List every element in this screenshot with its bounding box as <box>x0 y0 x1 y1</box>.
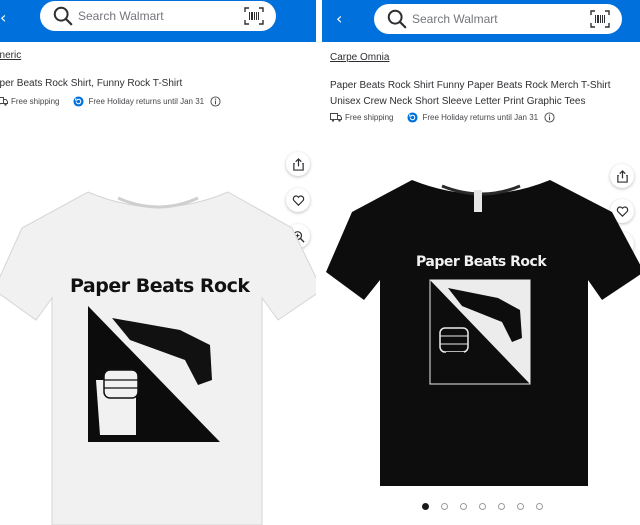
share-icon <box>292 157 304 171</box>
search-input[interactable]: Search Walmart <box>40 1 276 31</box>
shipping-returns-row: Free shipping Free Holiday returns until… <box>0 96 221 107</box>
search-icon <box>387 9 407 29</box>
carousel-dot[interactable] <box>479 503 486 510</box>
product-title: Paper Beats Rock Shirt Funny Paper Beats… <box>330 80 611 107</box>
shirt-print-text: Paper Beats Rock <box>416 254 547 270</box>
paper-beats-rock-graphic <box>429 279 531 385</box>
image-carousel-dots[interactable] <box>422 503 555 510</box>
seller-link[interactable]: Carpe Omnia <box>330 52 389 63</box>
product-title: aper Beats Rock Shirt, Funny Rock T-Shir… <box>0 78 183 89</box>
search-placeholder: Search Walmart <box>412 12 498 26</box>
free-shipping-label: Free shipping <box>345 113 394 122</box>
back-chevron-icon[interactable]: ‹ <box>0 8 6 28</box>
back-chevron-icon[interactable]: ‹ <box>336 9 342 29</box>
screenshot-collage: ‹ Search Walmart eneric aper Beats Rock … <box>0 0 640 525</box>
returns-icon <box>73 96 85 107</box>
shirt-print-text: Paper Beats Rock <box>70 275 250 297</box>
seller-link[interactable]: eneric <box>0 50 21 61</box>
carousel-dot[interactable] <box>441 503 448 510</box>
truck-icon <box>0 97 8 106</box>
product-image-white-tshirt[interactable] <box>0 170 316 525</box>
info-icon[interactable] <box>544 112 555 123</box>
barcode-scanner-icon[interactable] <box>590 10 610 28</box>
free-returns-label: Free Holiday returns until Jan 31 <box>422 113 539 122</box>
search-icon <box>53 6 73 26</box>
top-search-bar: ‹ Search Walmart <box>0 0 316 42</box>
search-input[interactable]: Search Walmart <box>374 4 622 34</box>
barcode-scanner-icon[interactable] <box>244 7 264 25</box>
carousel-dot[interactable] <box>536 503 543 510</box>
top-search-bar: ‹ Search Walmart <box>322 0 640 42</box>
carousel-dot[interactable] <box>460 503 467 510</box>
truck-icon <box>330 113 342 122</box>
carousel-dot[interactable] <box>517 503 524 510</box>
search-placeholder: Search Walmart <box>78 9 164 23</box>
left-product-panel: ‹ Search Walmart eneric aper Beats Rock … <box>0 0 316 525</box>
free-returns-label: Free Holiday returns until Jan 31 <box>88 97 205 106</box>
carousel-dot[interactable] <box>498 503 505 510</box>
product-image-black-tshirt[interactable] <box>322 160 640 490</box>
info-icon[interactable] <box>210 96 221 107</box>
returns-icon <box>407 112 419 123</box>
paper-beats-rock-graphic <box>88 306 220 442</box>
right-product-panel: ‹ Search Walmart Carpe Omnia Paper Beats… <box>322 0 640 525</box>
carousel-dot[interactable] <box>422 503 429 510</box>
shipping-returns-row: Free shipping Free Holiday returns until… <box>330 112 555 123</box>
free-shipping-label: Free shipping <box>11 97 60 106</box>
